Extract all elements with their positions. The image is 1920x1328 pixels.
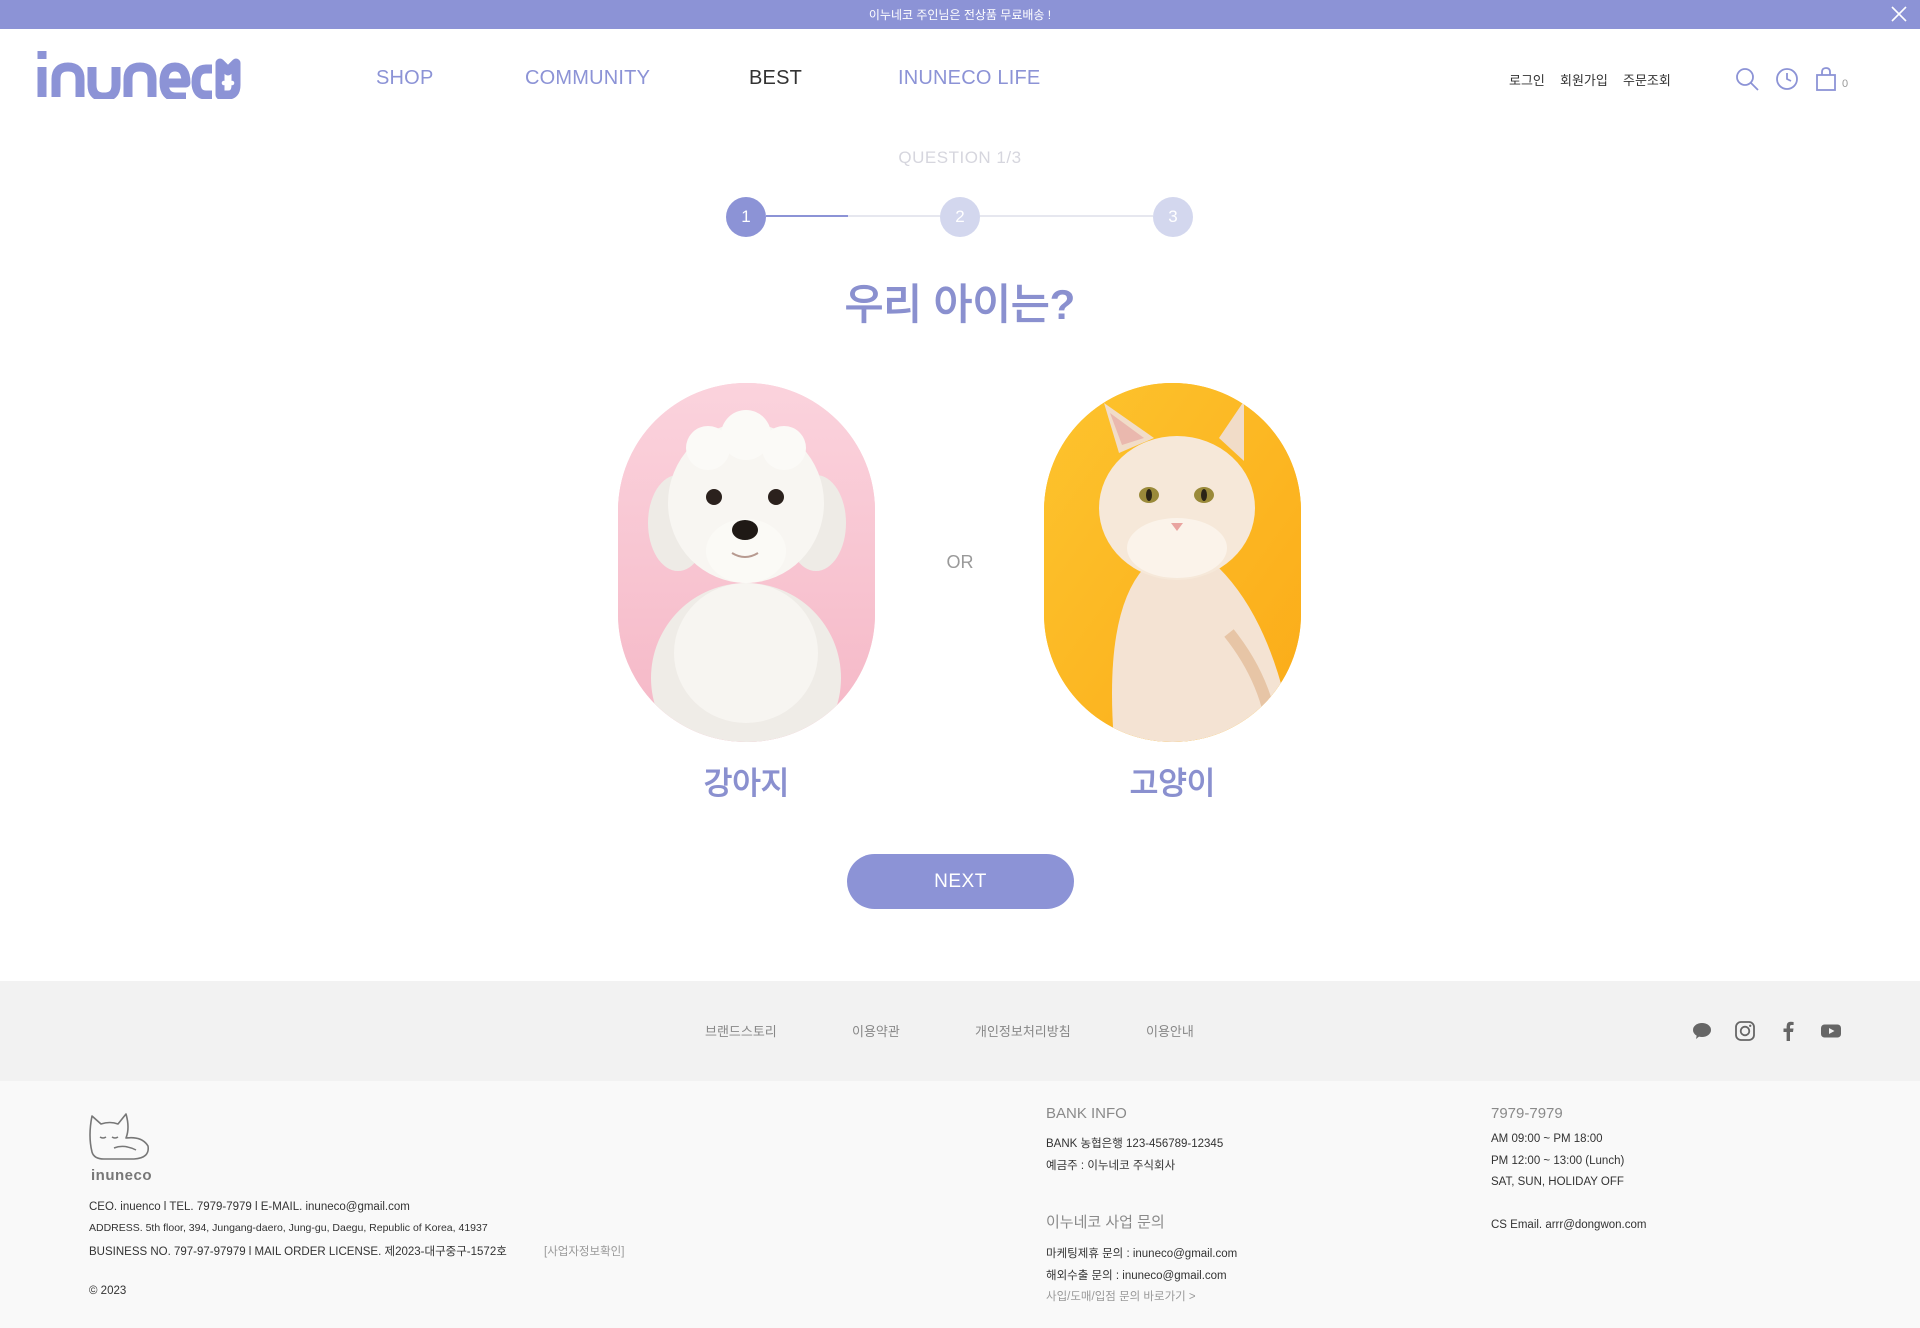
promo-banner-text: 이누네코 주인님은 전상품 무료배송 ! [868,8,1052,22]
site-header: SHOP COMMUNITY BEST INUNECO LIFE 로그인 회원가… [0,29,1920,129]
marketing-inquiry: 마케팅제휴 문의 : inuneco@gmail.com [1046,1248,1238,1260]
company-line-3: BUSINESS NO. 797-97-97979 l MAIL ORDER L… [89,1246,507,1258]
signup-link[interactable]: 회원가입 [1560,70,1608,89]
progress-track-filled [766,215,848,217]
footer-link-privacy[interactable]: 개인정보처리방침 [975,1021,1071,1040]
footer-logo-text: inuneco [91,1167,153,1184]
nav-best[interactable]: BEST [749,67,802,90]
instagram-icon[interactable] [1734,1020,1756,1042]
copyright: © 2023 [89,1285,127,1297]
dog-option-card[interactable] [618,383,875,742]
order-lookup-link[interactable]: 주문조회 [1623,70,1671,89]
cs-off-days: SAT, SUN, HOLIDAY OFF [1491,1176,1624,1188]
export-inquiry: 해외수출 문의 : inuneco@gmail.com [1046,1270,1227,1282]
step-1: 1 [726,197,766,237]
kakao-talk-icon[interactable] [1691,1020,1713,1042]
step-2: 2 [940,197,980,237]
cs-email: CS Email. arrr@dongwon.com [1491,1219,1647,1231]
dog-option-label[interactable]: 강아지 [618,758,875,803]
wholesale-inquiry-link[interactable]: 사입/도매/입점 문의 바로가기 > [1046,1288,1196,1304]
search-icon[interactable] [1734,66,1760,92]
shopping-bag-icon[interactable] [1813,66,1839,92]
facebook-icon[interactable] [1777,1020,1799,1042]
bank-info-title: BANK INFO [1046,1105,1127,1122]
recent-view-clock-icon[interactable] [1774,66,1800,92]
cs-lunch: PM 12:00 ~ 13:00 (Lunch) [1491,1155,1625,1167]
footer-links-bar: 브랜드스토리 이용약관 개인정보처리방침 이용안내 [0,981,1920,1081]
footer-link-brand-story[interactable]: 브랜드스토리 [705,1021,777,1040]
footer-link-terms[interactable]: 이용약관 [852,1021,900,1040]
close-icon[interactable] [1890,5,1908,23]
nav-shop[interactable]: SHOP [376,67,433,90]
cat-photo-image [1044,383,1301,742]
promo-banner: 이누네코 주인님은 전상품 무료배송 ! [0,0,1920,29]
bank-holder: 예금주 : 이누네코 주식회사 [1046,1160,1176,1172]
question-title: 우리 아이는? [844,281,1076,328]
cat-option-card[interactable] [1044,383,1301,742]
progress-label: QUESTION 1/3 [898,148,1022,167]
or-separator: OR [946,552,974,572]
cat-option-label[interactable]: 고양이 [1044,758,1301,803]
dog-photo-image [618,383,875,742]
step-3: 3 [1153,197,1193,237]
footer-cat-logo-icon [89,1113,150,1160]
business-inquiry-title: 이누네코 사업 문의 [1046,1214,1165,1231]
nav-community[interactable]: COMMUNITY [525,67,650,90]
inuneco-logo[interactable] [36,49,248,99]
company-line-2: ADDRESS. 5th floor, 394, Jungang-daero, … [89,1222,488,1234]
cart-count: 0 [1842,78,1849,90]
next-button[interactable]: NEXT [847,854,1074,909]
cs-phone: 7979-7979 [1491,1105,1563,1122]
nav-inuneco-life[interactable]: INUNECO LIFE [898,67,1040,90]
company-line-1: CEO. inuenco l TEL. 7979-7979 l E-MAIL. … [89,1201,410,1213]
footer-info: inuneco CEO. inuenco l TEL. 7979-7979 l … [0,1081,1920,1328]
login-link[interactable]: 로그인 [1509,70,1545,89]
progress-track [848,215,1153,217]
business-info-check-link[interactable]: [사업자정보확인] [544,1243,624,1259]
bank-account: BANK 농협은행 123-456789-12345 [1046,1138,1224,1150]
cs-hours: AM 09:00 ~ PM 18:00 [1491,1133,1603,1145]
footer-link-guide[interactable]: 이용안내 [1146,1021,1194,1040]
youtube-icon[interactable] [1820,1020,1842,1042]
